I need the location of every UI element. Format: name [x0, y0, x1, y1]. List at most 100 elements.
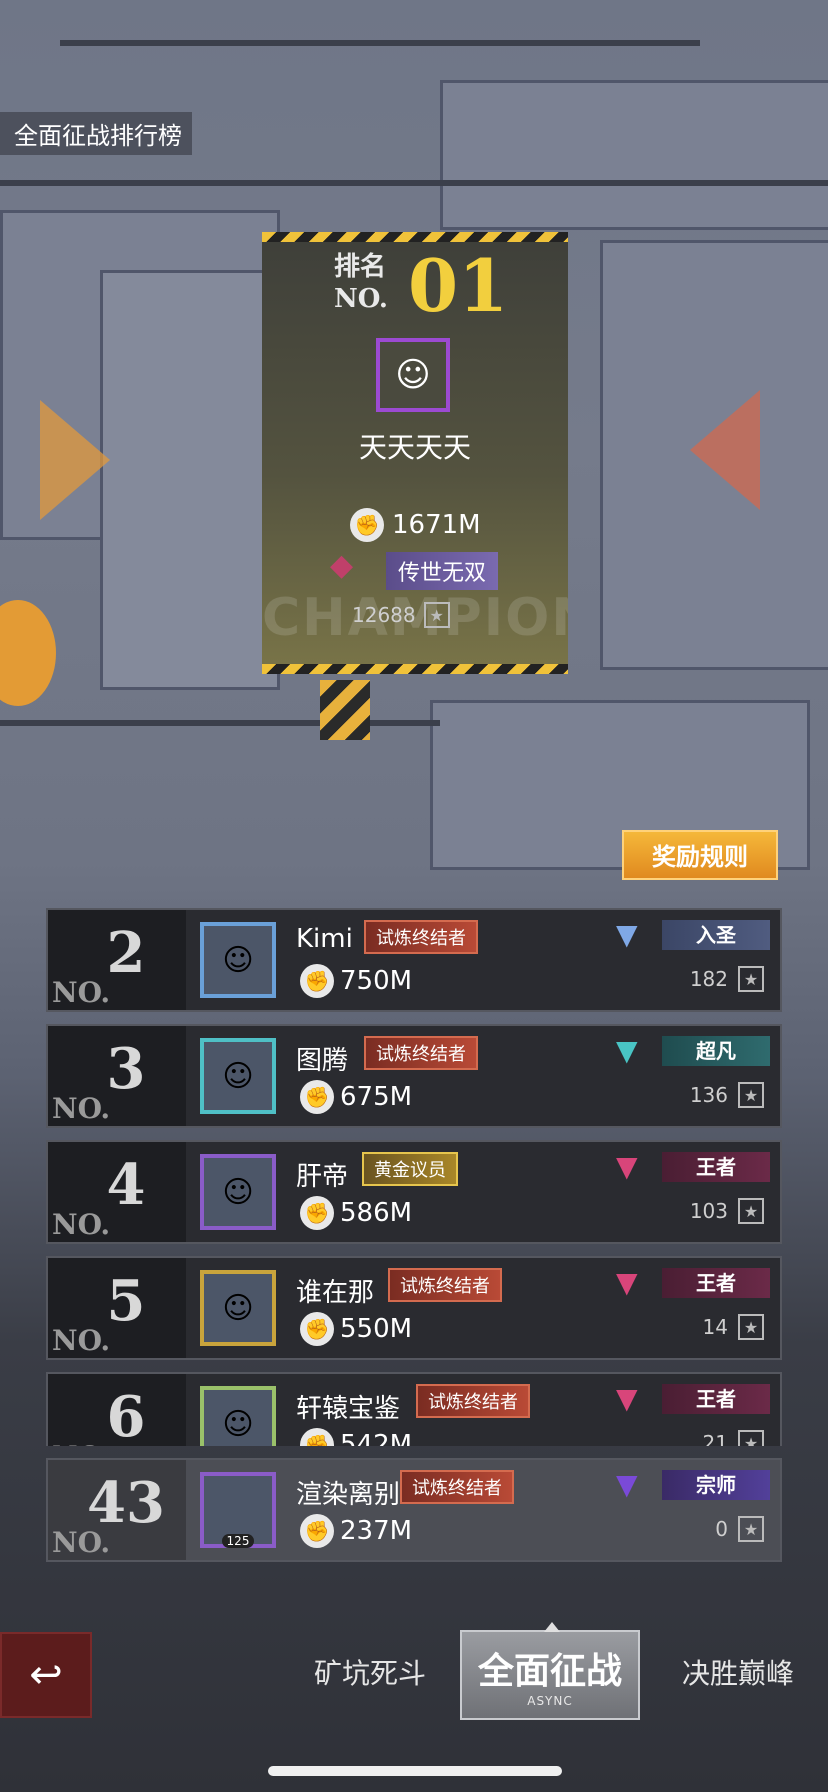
player-avatar[interactable]: ☺ [200, 1270, 276, 1346]
champion-stars-value: 12688 [352, 603, 416, 627]
ranking-list[interactable]: 2 NO. ☺ Kimi 试炼终结者 ✊ 750M ▼ 入圣 182 ★ 3 NO.… [0, 900, 828, 1446]
champion-rank-no: NO. [334, 284, 388, 314]
ranking-row[interactable]: 2 NO. ☺ Kimi 试炼终结者 ✊ 750M ▼ 入圣 182 ★ [46, 908, 782, 1012]
tier-badge: 超凡 [662, 1036, 770, 1066]
star-icon: ★ [738, 1430, 764, 1446]
player-title-badge: 试炼终结者 [364, 920, 478, 954]
back-button[interactable]: ↩ [0, 1632, 92, 1718]
tab-full-campaign[interactable]: 全面征战 ASYNC [460, 1622, 640, 1720]
my-avatar[interactable]: 125 [200, 1472, 276, 1548]
hazard-stripe [262, 232, 568, 242]
fist-icon: ✊ [350, 508, 384, 542]
player-power-value: 550M [340, 1314, 413, 1344]
player-name: 图腾 [296, 1046, 349, 1076]
champion-card[interactable]: CHAMPION 排名 NO. 01 ☺ 天天天天 ✊ 1671M ◆ 传世无双… [262, 232, 568, 674]
bg-rail [0, 720, 440, 726]
player-power: ✊ 542M [300, 1428, 412, 1446]
player-stars: 136 ★ [690, 1082, 764, 1108]
bg-arrow [690, 390, 760, 510]
rank-no-label: NO. [52, 1440, 110, 1446]
champion-power: ✊ 1671M [350, 508, 481, 542]
player-title-badge: 黄金议员 [362, 1152, 458, 1186]
my-level: 125 [221, 1534, 255, 1548]
player-stars-value: 182 [689, 967, 728, 991]
player-stars-value: 103 [689, 1199, 728, 1223]
player-avatar[interactable]: ☺ [200, 922, 276, 998]
champion-rank-label: 排名 [334, 252, 387, 282]
tier-emblem-icon: ▼ [616, 1150, 638, 1183]
my-stars: 0 ★ [715, 1516, 764, 1542]
tier-badge: 王者 [662, 1268, 770, 1298]
my-name: 渲染离别 [296, 1480, 401, 1510]
player-avatar[interactable]: ☺ [200, 1038, 276, 1114]
hazard-stripe [262, 664, 568, 674]
player-stars: 103 ★ [690, 1198, 764, 1224]
player-power-value: 675M [340, 1082, 413, 1112]
player-title-badge: 试炼终结者 [388, 1268, 502, 1302]
star-icon: ★ [738, 1314, 764, 1340]
tab-decisive-peak[interactable]: 决胜巅峰 [682, 1652, 794, 1692]
ranking-row[interactable]: 3 NO. ☺ 图腾 试炼终结者 ✊ 675M ▼ 超凡 136 ★ [46, 1024, 782, 1128]
my-title-badge: 试炼终结者 [400, 1470, 514, 1504]
rank-no-label: NO. [52, 1092, 111, 1125]
player-stars-value: 14 [702, 1315, 728, 1339]
rank-no-label: NO. [52, 976, 111, 1009]
my-power-value: 237M [340, 1516, 413, 1546]
tier-badge: 王者 [662, 1152, 770, 1182]
fist-icon: ✊ [300, 1312, 334, 1346]
bg-panel [100, 270, 280, 690]
player-name: 轩辕宝鉴 [296, 1394, 401, 1424]
my-tier-badge: 宗师 [662, 1470, 770, 1500]
tab-full-campaign-label: 全面征战 [477, 1651, 622, 1692]
bg-hazard [320, 680, 370, 740]
star-icon: ★ [738, 1516, 764, 1542]
rank-no-label: NO. [52, 1208, 111, 1241]
bg-panel [440, 80, 828, 230]
player-power-value: 542M [340, 1430, 413, 1446]
champion-name: 天天天天 [358, 431, 471, 464]
player-stars: 182 ★ [690, 966, 764, 992]
return-arrow-icon: ↩ [29, 1652, 63, 1698]
player-name: 肝帝 [296, 1162, 349, 1192]
player-avatar[interactable]: ☺ [200, 1154, 276, 1230]
bg-rail [0, 180, 828, 186]
champion-title-badge: 传世无双 [386, 552, 499, 590]
rank-no-label: NO. [52, 1324, 111, 1357]
ranking-row[interactable]: 5 NO. ☺ 谁在那 试炼终结者 ✊ 550M ▼ 王者 14 ★ [46, 1256, 782, 1360]
player-name: 谁在那 [296, 1278, 375, 1308]
ranking-row[interactable]: 6 NO. ☺ 轩辕宝鉴 试炼终结者 ✊ 542M ▼ 王者 21 ★ [46, 1372, 782, 1446]
my-ranking-row[interactable]: 43 NO. 125 渲染离别 试炼终结者 ✊ 237M ▼ 宗师 0 ★ [46, 1458, 782, 1562]
tier-emblem-icon: ▼ [616, 1468, 638, 1501]
star-icon: ★ [738, 1198, 764, 1224]
tier-badge: 王者 [662, 1384, 770, 1414]
fist-icon: ✊ [300, 964, 334, 998]
tab-mine-deathmatch[interactable]: 矿坑死斗 [314, 1652, 426, 1692]
player-name: Kimi [296, 924, 353, 954]
fist-icon: ✊ [300, 1514, 334, 1548]
home-indicator[interactable] [268, 1766, 562, 1776]
reward-rules-button[interactable]: 奖励规则 [622, 830, 778, 880]
ranking-row[interactable]: 4 NO. ☺ 肝帝 黄金议员 ✊ 586M ▼ 王者 103 ★ [46, 1140, 782, 1244]
my-power: ✊ 237M [300, 1514, 412, 1548]
tier-emblem-icon: ▼ [616, 1266, 638, 1299]
leaderboard-title-text: 全面征战排行榜 [14, 122, 182, 150]
fist-icon: ✊ [300, 1080, 334, 1114]
player-power: ✊ 750M [300, 964, 412, 998]
bg-arrow [40, 400, 110, 520]
champion-rank-value: 01 [408, 243, 509, 328]
leaderboard-title: 全面征战排行榜 [0, 112, 192, 155]
star-icon: ★ [738, 1082, 764, 1108]
star-icon: ★ [423, 602, 450, 628]
champion-avatar[interactable]: ☺ [376, 338, 450, 412]
rank-number: 6 [106, 1384, 146, 1446]
fist-icon: ✊ [300, 1196, 334, 1230]
tab-full-campaign-sub: ASYNC [527, 1694, 573, 1708]
rank-no-label: NO. [52, 1526, 111, 1559]
my-stars-value: 0 [715, 1517, 728, 1541]
champion-stars: 12688 ★ [352, 602, 450, 628]
player-avatar[interactable]: ☺ [200, 1386, 276, 1446]
tier-emblem-icon: ▼ [616, 918, 638, 951]
player-power: ✊ 550M [300, 1312, 412, 1346]
player-power: ✊ 586M [300, 1196, 412, 1230]
bg-rail [60, 40, 700, 46]
